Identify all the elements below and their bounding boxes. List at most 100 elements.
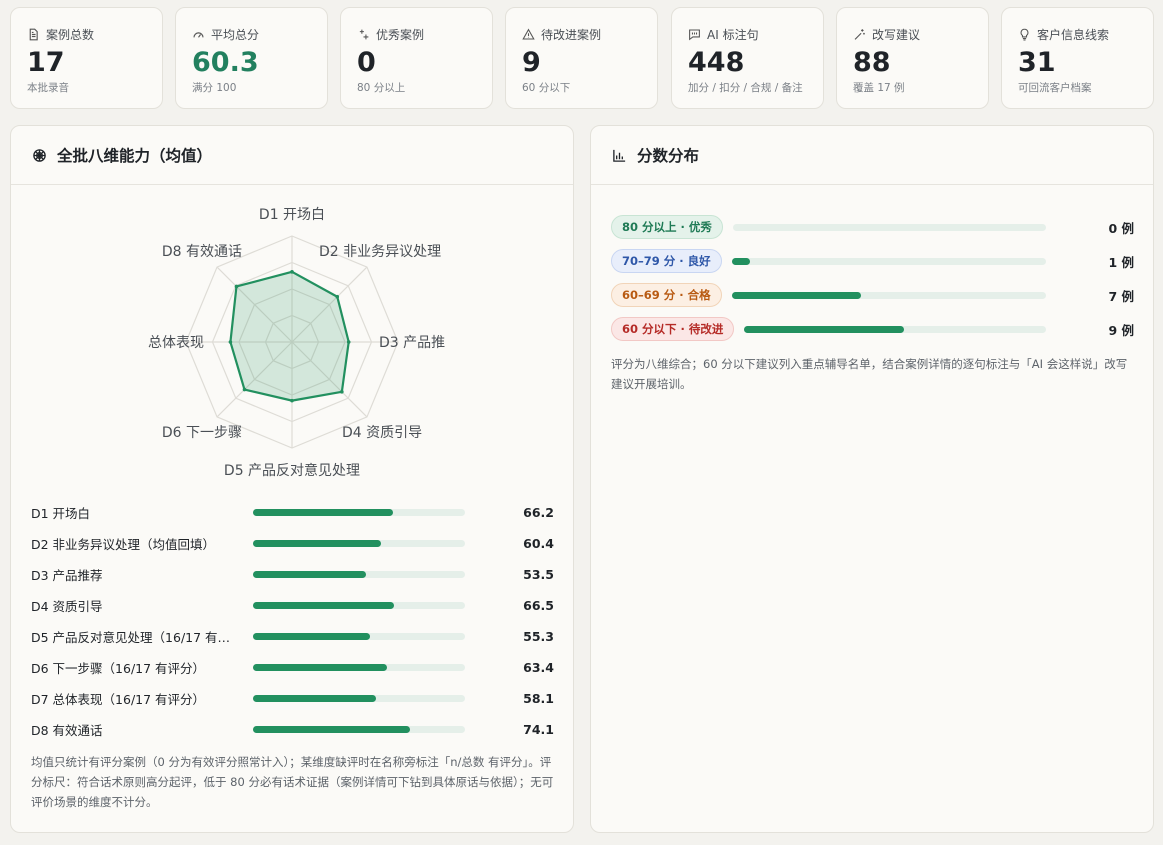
distribution-bar-track xyxy=(731,257,1046,265)
distribution-bar-fill xyxy=(731,291,862,299)
dimension-row: D4 资质引导 66.5 xyxy=(31,590,554,621)
radar-axis-label-d3: D3 产品推 xyxy=(379,335,445,351)
dimension-bar-track xyxy=(253,602,465,609)
radar-point xyxy=(234,284,239,289)
stat-value: 17 xyxy=(27,47,65,78)
distribution-bar-track xyxy=(744,325,1046,333)
stat-value: 9 xyxy=(522,47,541,78)
lightbulb-icon xyxy=(1018,28,1031,41)
sparkle-icon xyxy=(357,28,370,41)
stat-label: 客户信息线索 xyxy=(1037,27,1110,42)
stat-value: 0 xyxy=(357,47,376,78)
stat-card-total-cases: 案例总数 17 本批录音 xyxy=(10,7,163,109)
stat-sub: 可回流客户档案 xyxy=(1018,82,1092,94)
stat-card-ai-annotations: AI 标注句 448 加分 / 扣分 / 合规 / 备注 xyxy=(671,7,824,109)
dimension-bar-fill xyxy=(253,664,388,671)
dimension-score: 66.2 xyxy=(523,505,554,520)
dimension-row: D7 总体表现（16/17 有评分） 58.1 xyxy=(31,683,554,714)
score-band-badge: 60 分以下 · 待改进 xyxy=(611,317,735,341)
distribution-count: 7 例 xyxy=(1108,288,1134,304)
distribution-count: 9 例 xyxy=(1108,322,1134,338)
stat-sub: 80 分以上 xyxy=(357,82,406,94)
dimension-score: 60.4 xyxy=(523,536,554,551)
dimension-bar-track xyxy=(253,695,465,702)
radar-point xyxy=(340,390,344,394)
dimension-score: 74.1 xyxy=(523,722,554,737)
distribution-bar-track xyxy=(732,223,1046,231)
radar-footnote: 均值只统计有评分案例（0 分为有效评分照常计入）；某维度缺评时在名称旁标注「n/… xyxy=(31,755,554,809)
message-icon xyxy=(688,28,701,41)
radar-point xyxy=(346,340,351,344)
dimension-bar-track xyxy=(253,726,465,733)
warning-icon xyxy=(522,28,535,41)
stat-sub: 加分 / 扣分 / 合规 / 备注 xyxy=(688,82,803,94)
score-band-badge: 70–79 分 · 良好 xyxy=(611,249,722,273)
distribution-bar-track xyxy=(731,291,1046,299)
stat-card-average-score: 平均总分 60.3 满分 100 xyxy=(175,7,328,109)
dimension-bar-fill xyxy=(253,633,371,640)
bar-chart-icon xyxy=(612,148,627,163)
wand-icon xyxy=(853,28,866,41)
dimension-name: D5 产品反对意见处理（16/17 有… xyxy=(31,630,231,645)
dimension-bar-track xyxy=(253,664,465,671)
distribution-row: 60 分以下 · 待改进 9 例 xyxy=(611,312,1134,346)
radar-axis-label-d6: D6 下一步骤 xyxy=(162,425,242,441)
document-icon xyxy=(27,28,40,41)
distribution-count: 0 例 xyxy=(1108,220,1134,236)
dimension-name: D1 开场白 xyxy=(31,506,91,521)
radar-point xyxy=(290,270,294,274)
dimension-row: D2 非业务异议处理（均值回填） 60.4 xyxy=(31,528,554,559)
radar-axis-label-d4: D4 资质引导 xyxy=(342,425,422,441)
radar-point xyxy=(335,294,340,299)
distribution-list: 80 分以上 · 优秀 0 例 70–79 分 · 良好 1 例 60–69 分… xyxy=(611,210,1134,346)
distribution-panel-header: 分数分布 xyxy=(591,126,1153,185)
distribution-row: 60–69 分 · 合格 7 例 xyxy=(611,278,1134,312)
stats-row: 案例总数 17 本批录音 平均总分 60.3 满分 100 优秀案例 0 80 … xyxy=(10,7,1154,109)
dimension-bar-fill xyxy=(253,540,382,547)
stat-sub: 满分 100 xyxy=(192,82,237,94)
dimension-row: D6 下一步骤（16/17 有评分） 63.4 xyxy=(31,652,554,683)
dimension-name: D6 下一步骤（16/17 有评分） xyxy=(31,661,206,676)
dimension-name: D8 有效通话 xyxy=(31,723,103,738)
dimension-name: D7 总体表现（16/17 有评分） xyxy=(31,692,206,707)
dimension-score: 55.3 xyxy=(523,629,554,644)
dimension-row: D8 有效通话 74.1 xyxy=(31,714,554,745)
stat-sub: 本批录音 xyxy=(27,82,69,94)
stat-label: 待改进案例 xyxy=(541,27,602,42)
dimension-bar-fill xyxy=(253,602,394,609)
stat-value: 60.3 xyxy=(192,47,259,78)
stat-label: 案例总数 xyxy=(46,27,95,42)
stat-card-to-improve: 待改进案例 9 60 分以下 xyxy=(505,7,658,109)
stat-label: 改写建议 xyxy=(872,27,921,42)
dimension-row: D1 开场白 66.2 xyxy=(31,497,554,528)
dimension-list: D1 开场白 66.2 D2 非业务异议处理（均值回填） 60.4 D3 产品推… xyxy=(31,497,554,745)
distribution-panel: 分数分布 80 分以上 · 优秀 0 例 70–79 分 · 良好 1 例 60… xyxy=(590,125,1154,833)
stat-label: 平均总分 xyxy=(211,27,260,42)
dimension-name: D2 非业务异议处理（均值回填） xyxy=(31,537,216,552)
distribution-row: 80 分以上 · 优秀 0 例 xyxy=(611,210,1134,244)
dimension-row: D5 产品反对意见处理（16/17 有… 55.3 xyxy=(31,621,554,652)
radar-panel-header: 全批八维能力（均值） xyxy=(11,126,573,185)
dimension-score: 66.5 xyxy=(523,598,554,613)
dimension-bar-fill xyxy=(253,695,377,702)
radar-axis-label-d2: D2 非业务异议处理 xyxy=(319,244,441,260)
dimension-score: 63.4 xyxy=(523,660,554,675)
radar-panel-title: 全批八维能力（均值） xyxy=(57,147,213,165)
stat-sub: 60 分以下 xyxy=(522,82,571,94)
distribution-note: 评分为八维综合；60 分以下建议列入重点辅导名单，结合案例详情的逐句标注与「AI… xyxy=(611,357,1128,391)
stat-sub: 覆盖 17 例 xyxy=(853,82,905,94)
distribution-bar-fill xyxy=(731,257,751,265)
radar-point xyxy=(242,387,247,392)
stat-value: 448 xyxy=(688,47,745,78)
dimension-name: D3 产品推荐 xyxy=(31,568,103,583)
dimension-bar-fill xyxy=(253,571,367,578)
dimension-score: 53.5 xyxy=(523,567,554,582)
score-band-badge: 80 分以上 · 优秀 xyxy=(611,215,723,239)
radar-axis-label-d1: D1 开场白 xyxy=(259,207,325,223)
radar-point xyxy=(228,340,233,344)
distribution-panel-title: 分数分布 xyxy=(637,147,700,165)
radar-axis-label-d7: 总体表现 xyxy=(148,335,204,351)
dimension-bar-fill xyxy=(253,726,411,733)
gauge-icon xyxy=(192,28,205,41)
stat-card-customer-leads: 客户信息线索 31 可回流客户档案 xyxy=(1001,7,1154,109)
